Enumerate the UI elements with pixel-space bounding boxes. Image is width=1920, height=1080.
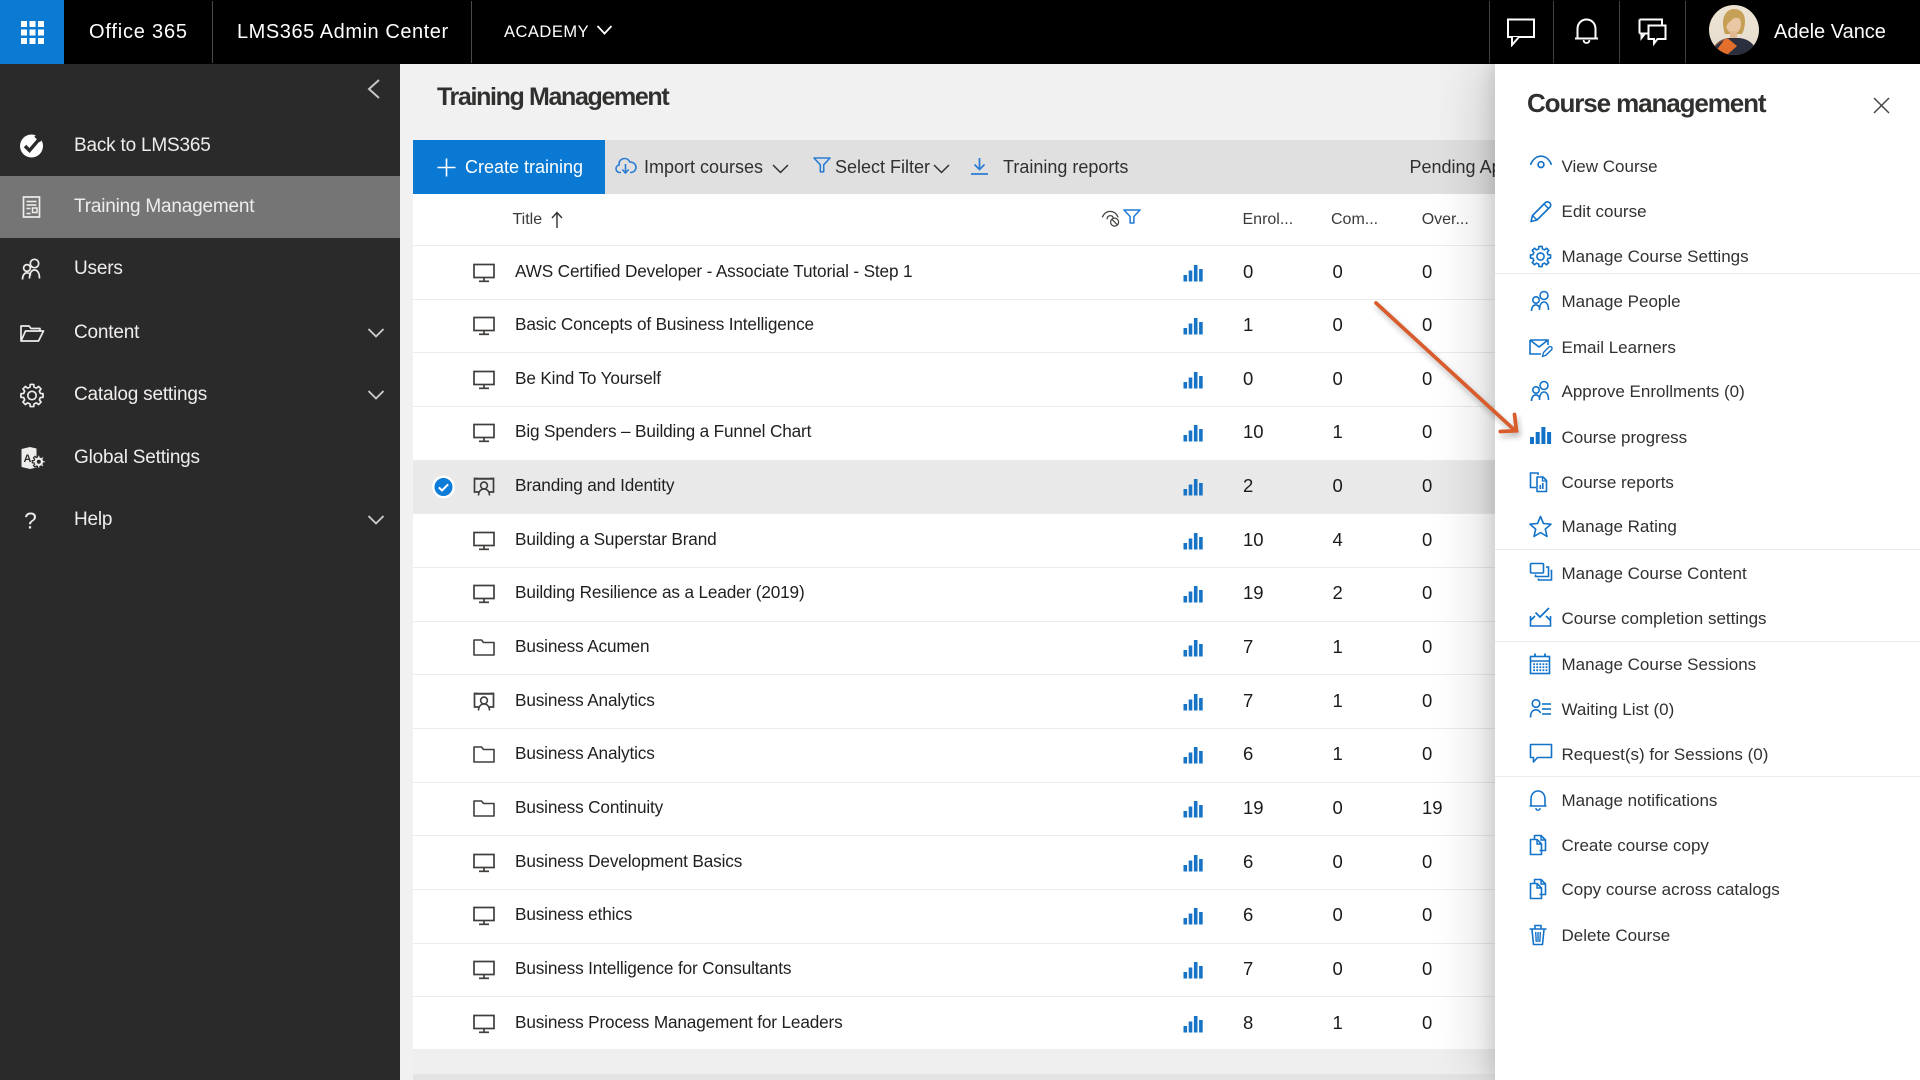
svg-text:A: A (24, 453, 32, 465)
